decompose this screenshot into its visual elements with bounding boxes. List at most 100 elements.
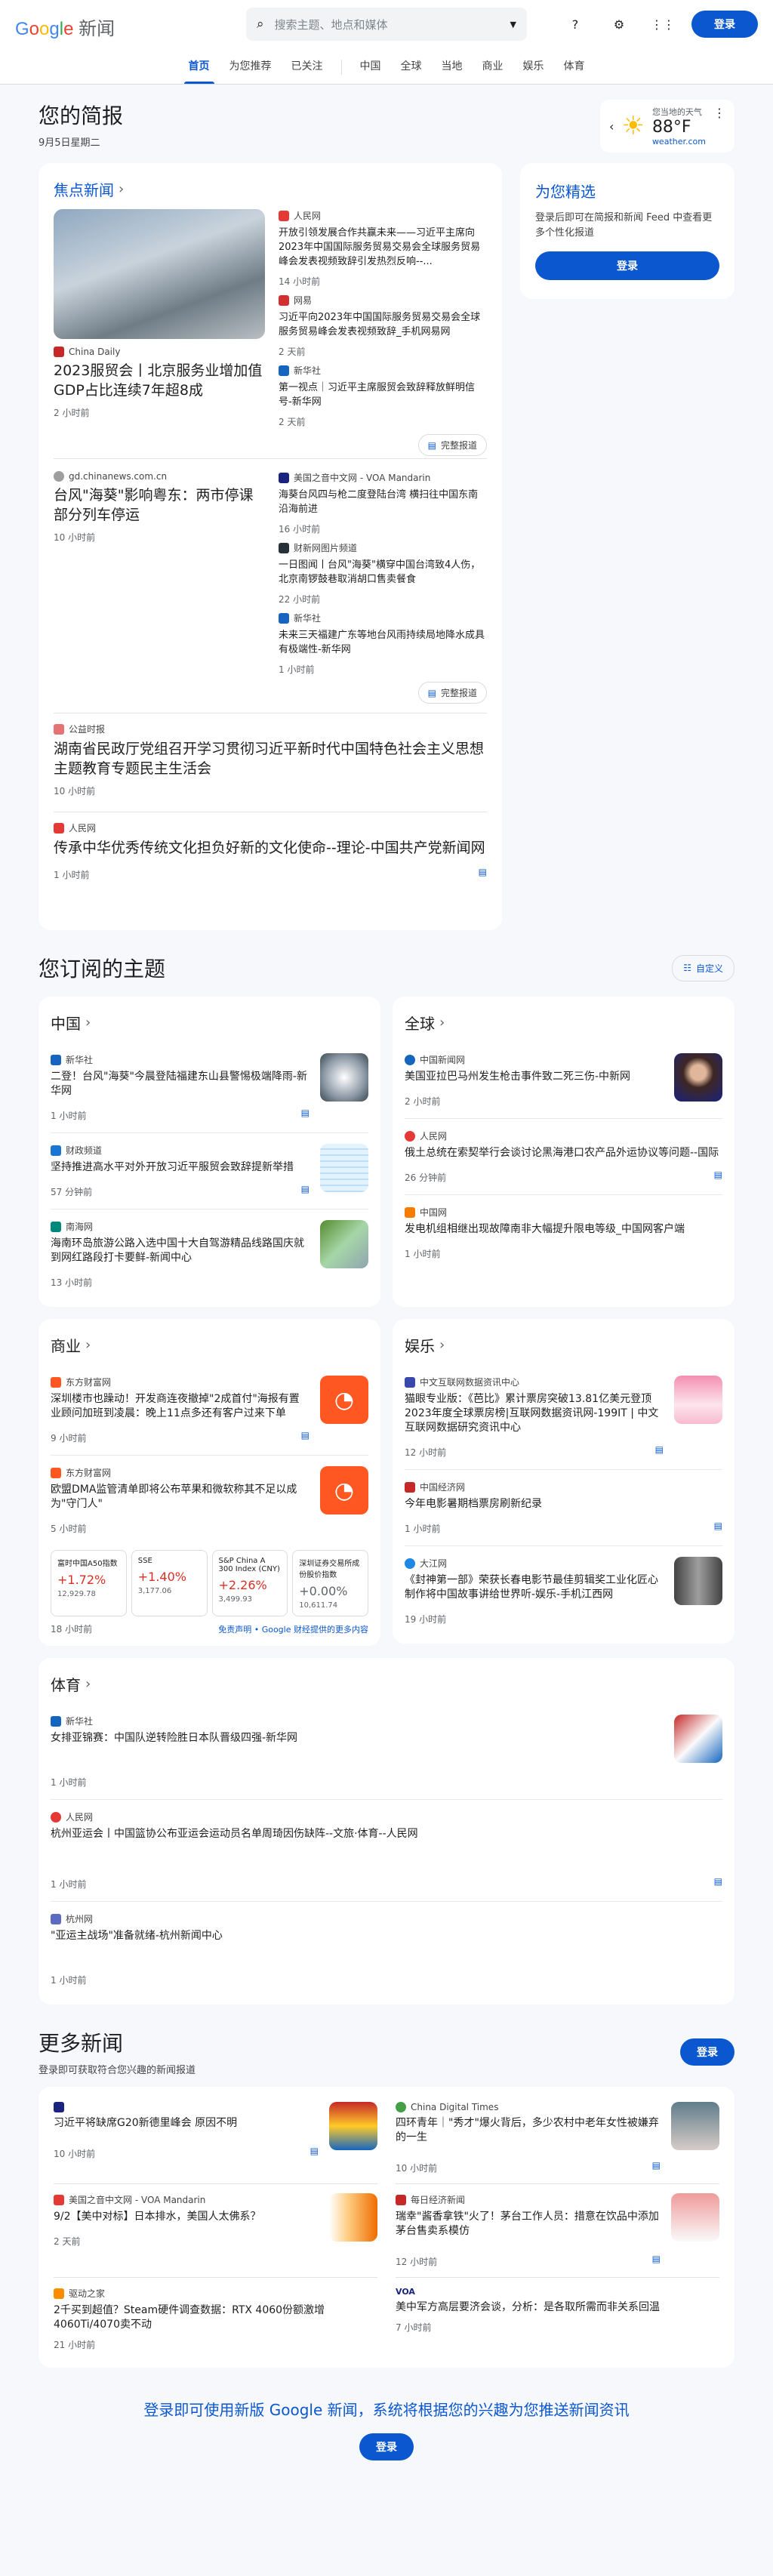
customize-button[interactable]: ☷ 自定义: [672, 954, 735, 981]
list-item[interactable]: 东方财富网 深圳楼市也躁动！开发商连夜撤掉"2成首付"海报有置业顾问加班到凌晨：晚…: [51, 1365, 368, 1456]
story-thumbnail: [320, 1220, 368, 1268]
topics-title: 您订阅的主题: [38, 957, 166, 981]
stock-ticker[interactable]: S&P China A 300 Index (CNY) +2.26% 3,499.9…: [211, 1550, 288, 1616]
list-item[interactable]: China Digital Times 四环青年｜"秀才"爆火背后，多少农村中老年…: [396, 2093, 719, 2183]
tune-icon: ☷: [683, 963, 691, 973]
help-icon[interactable]: ?: [560, 9, 590, 39]
topic-card-sports: 体育 › 新华社 女排亚锦赛：中国队逆转险胜日本队晋级四强-新华网 1 小时前 人民网…: [38, 1658, 735, 2004]
stock-tickers: 富时中国A50指数 +1.72% 12,929.78 SSE +1.40% 3,177.…: [51, 1550, 368, 1616]
list-item[interactable]: 人民网 杭州亚运会丨中国篮协公布亚运会运动员名单周琦因伤缺阵--文旅·体育--人民…: [51, 1800, 722, 1902]
stock-ticker[interactable]: SSE +1.40% 3,177.06: [131, 1550, 208, 1616]
story-main[interactable]: gd.chinanews.com.cn 台风"海葵"影响粤东：两市停课部分列车停…: [54, 471, 265, 705]
story-thumbnail: [674, 1715, 722, 1763]
story-thumbnail: ◔: [320, 1466, 368, 1514]
picks-sign-in-button[interactable]: 登录: [535, 251, 719, 280]
list-item[interactable]: 美国之音中文网 - VOA Mandarin 9/2【美中对标】日本排水，美国人太…: [54, 2183, 377, 2277]
stock-ticker[interactable]: 深圳证券交易所成份股价指数 +0.00% 10,611.74: [292, 1550, 368, 1616]
tab-business[interactable]: 商业: [473, 58, 513, 84]
story-thumbnail[interactable]: [54, 209, 265, 339]
more-sign-in-button[interactable]: 登录: [680, 2038, 735, 2066]
list-item[interactable]: 新华社 女排亚锦赛：中国队逆转险胜日本队晋级四强-新华网 1 小时前: [51, 1704, 722, 1800]
weather-label: 您当地的天气: [651, 107, 702, 117]
topic-card-world: 全球 › 中国新闻网 美国亚拉巴马州发生枪击事件致二死三伤-中新网 2 小时前 人民网…: [393, 997, 735, 1307]
full-coverage-button[interactable]: ▤ 完整报道: [417, 434, 487, 456]
tab-home[interactable]: 首页: [180, 58, 219, 84]
search-box[interactable]: ⌕ 搜索主题、地点和媒体 ▼: [246, 8, 527, 41]
full-coverage-button[interactable]: ▤ 完整报道: [417, 682, 487, 704]
story-side[interactable]: 网易 习近平向2023年中国国际服务贸易交易会全球服务贸易峰会发表视频致辞_手机网…: [279, 294, 487, 364]
tab-following[interactable]: 已关注: [282, 58, 332, 84]
story-item[interactable]: 公益时报 湖南省民政厅党组召开学习贯彻习近平新时代中国特色社会主义思想主题教育专…: [54, 723, 487, 812]
nav-divider: [340, 60, 342, 75]
top-stories-title[interactable]: 焦点新闻 ›: [54, 163, 487, 209]
story-thumbnail: [320, 1144, 368, 1192]
picks-text: 登录后即可在简报和新闻 Feed 中查看更多个性化报道: [535, 212, 713, 239]
list-item[interactable]: 人民网 俄土总统在索契举行会谈讨论黑海港口农产品外运协议等问题--国际 26 分钟前…: [405, 1119, 722, 1195]
list-item[interactable]: 驱动之家 2千买到超值？Steam硬件调查数据：RTX 4060份额激增 4060…: [54, 2277, 377, 2360]
page-title: 您的简报: [38, 103, 124, 128]
full-coverage-icon[interactable]: ▤: [479, 867, 487, 877]
list-item[interactable]: 中国网 发电机组相继出现故障南非大幅提升限电等级_中国网客户端 1 小时前: [405, 1195, 722, 1271]
headline: 2023服贸会丨北京服务业增加值GDP占比连续7年超8成: [54, 362, 263, 399]
chevron-down-icon[interactable]: ▼: [510, 20, 516, 29]
more-news-title: 更多新闻: [38, 2031, 124, 2056]
topic-card-business: 商业 › 东方财富网 深圳楼市也躁动！开发商连夜撤掉"2成首付"海报有置业顾问加班到…: [38, 1319, 380, 1646]
nav-tabs: 首页 为您推荐 已关注 中国 全球 当地 商业 娱乐 体育: [0, 48, 773, 85]
list-item[interactable]: 新华社 二登！台风"海葵"今晨登陆福建东山县警惕极端降雨-新华网 1 小时前 ▤: [51, 1043, 368, 1133]
list-item[interactable]: 东方财富网 欧盟DMA监管清单即将公布苹果和微软称其不足以成为"守门人" 5 小时前…: [51, 1456, 368, 1545]
story-thumbnail: [329, 2193, 377, 2242]
promo-sign-in-button[interactable]: 登录: [359, 2433, 414, 2460]
finance-disclaimer-link[interactable]: 免责声明 • Google 财经提供的更多内容: [218, 1623, 368, 1635]
story-thumbnail: [674, 1557, 722, 1605]
tab-china[interactable]: 中国: [351, 58, 390, 84]
sign-in-button[interactable]: 登录: [691, 11, 758, 38]
list-item[interactable]: 中国经济网 今年电影暑期档票房刷新纪录 1 小时前 ▤: [405, 1470, 722, 1546]
tab-entertainment[interactable]: 娱乐: [514, 58, 553, 84]
topic-card-entertainment: 娱乐 › 中文互联网数据资讯中心 猫眼专业版：《芭比》累计票房突破13.81亿美元登…: [393, 1319, 735, 1644]
story-thumbnail: [671, 2193, 719, 2242]
tab-for-you[interactable]: 为您推荐: [220, 58, 281, 84]
list-item[interactable]: VOA 美中军方高层要济会谈，分析：是各取所需而非关系回温 7 小时前: [396, 2277, 719, 2360]
story-thumbnail: [674, 1376, 722, 1424]
tab-world[interactable]: 全球: [392, 58, 431, 84]
topic-card-china: 中国 › 新华社 二登！台风"海葵"今晨登陆福建东山县警惕极端降雨-新华网 1 小时前…: [38, 997, 380, 1307]
stock-ticker[interactable]: 富时中国A50指数 +1.72% 12,929.78: [51, 1550, 127, 1616]
chevron-right-icon: ›: [119, 181, 125, 197]
chevron-left-icon[interactable]: ‹: [609, 119, 614, 134]
list-item[interactable]: 杭州网 "亚运主战场"准备就绪-杭州新闻中心 1 小时前: [51, 1902, 722, 1997]
search-input[interactable]: 搜索主题、地点和媒体: [275, 17, 500, 32]
weather-widget[interactable]: ‹ ☀ 您当地的天气 88°F weather.com ⋮: [600, 100, 735, 153]
story-side[interactable]: 财新网图片频道 一日图闻丨台风"海葵"横穿中国台湾致4人伤，北京南锣鼓巷取消胡口售…: [279, 541, 487, 612]
app-header: Google 新闻 ⌕ 搜索主题、地点和媒体 ▼ ? ⚙ ⋮⋮ 登录: [0, 0, 773, 48]
list-item[interactable]: 南海网 海南环岛旅游公路入选中国十大自驾游精品线路国庆就到网红路段打卡要鲜-新闻中…: [51, 1209, 368, 1299]
top-stories-card: 焦点新闻 › China Daily 2023服贸会丨北京服务业增加值GDP占比连…: [38, 163, 502, 930]
list-item[interactable]: 中国新闻网 美国亚拉巴马州发生枪击事件致二死三伤-中新网 2 小时前: [405, 1043, 722, 1119]
tab-sports[interactable]: 体育: [555, 58, 594, 84]
list-item[interactable]: 习近平将缺席G20新德里峰会 原因不明 10 小时前 ▤: [54, 2093, 377, 2183]
promo-text: 登录即可使用新版 Google 新闻，系统将根据您的兴趣为您推送新闻资讯: [143, 2401, 630, 2419]
story-thumbnail: [671, 2102, 719, 2150]
story-thumbnail: [329, 2102, 377, 2150]
story-side[interactable]: 新华社 未来三天福建广东等地台风雨持续局地降水成具有极端性-新华网 1 小时前: [279, 612, 487, 676]
picks-title: 为您精选: [535, 183, 596, 201]
story-item[interactable]: 人民网 传承中华优秀传统文化担负好新的文化使命--理论-中国共产党新闻网 1 小…: [54, 821, 487, 881]
story-thumbnail: ◔: [320, 1376, 368, 1424]
list-item[interactable]: 财政频道 坚持推进高水平对外开放习近平服贸会致辞提新举措 57 分钟前 ▤: [51, 1133, 368, 1209]
more-news-card: 习近平将缺席G20新德里峰会 原因不明 10 小时前 ▤ China Digital…: [38, 2087, 735, 2368]
list-item[interactable]: 大江网 《封神第一部》荣获长春电影节最佳剪辑奖工业化匠心制作将中国故事讲给世界听-…: [405, 1546, 722, 1636]
more-vert-icon[interactable]: ⋮: [713, 106, 725, 120]
google-news-logo[interactable]: Google 新闻: [15, 14, 115, 40]
search-icon[interactable]: ⌕: [257, 17, 264, 32]
list-item[interactable]: 每日经济新闻 瑞幸"酱香拿铁"火了！茅台工作人员：措意在饮品中添加茅台售卖系模仿 1…: [396, 2183, 719, 2277]
apps-grid-icon[interactable]: ⋮⋮: [648, 9, 678, 39]
sun-cloud-icon: ☀: [621, 111, 645, 141]
date-label: 9月5日星期二: [38, 137, 100, 149]
list-item[interactable]: 中文互联网数据资讯中心 猫眼专业版：《芭比》累计票房突破13.81亿美元登顶202…: [405, 1365, 722, 1470]
tab-local[interactable]: 当地: [433, 58, 472, 84]
weather-source[interactable]: weather.com: [652, 137, 706, 146]
story-side[interactable]: 新华社 第一视点｜习近平主席服贸会致辞释放鲜明信号-新华网 2 天前: [279, 364, 487, 428]
story-main[interactable]: China Daily 2023服贸会丨北京服务业增加值GDP占比连续7年超8成…: [54, 209, 265, 451]
story-side[interactable]: 美国之音中文网 - VOA Mandarin 海葵台风四与枪二度登陆台湾 横扫往中…: [279, 471, 487, 541]
story-side[interactable]: 人民网 开放引领发展合作共赢未来——习近平主席向2023年中国国际服务贸易交易会全…: [279, 209, 487, 294]
gear-icon[interactable]: ⚙: [604, 9, 634, 39]
